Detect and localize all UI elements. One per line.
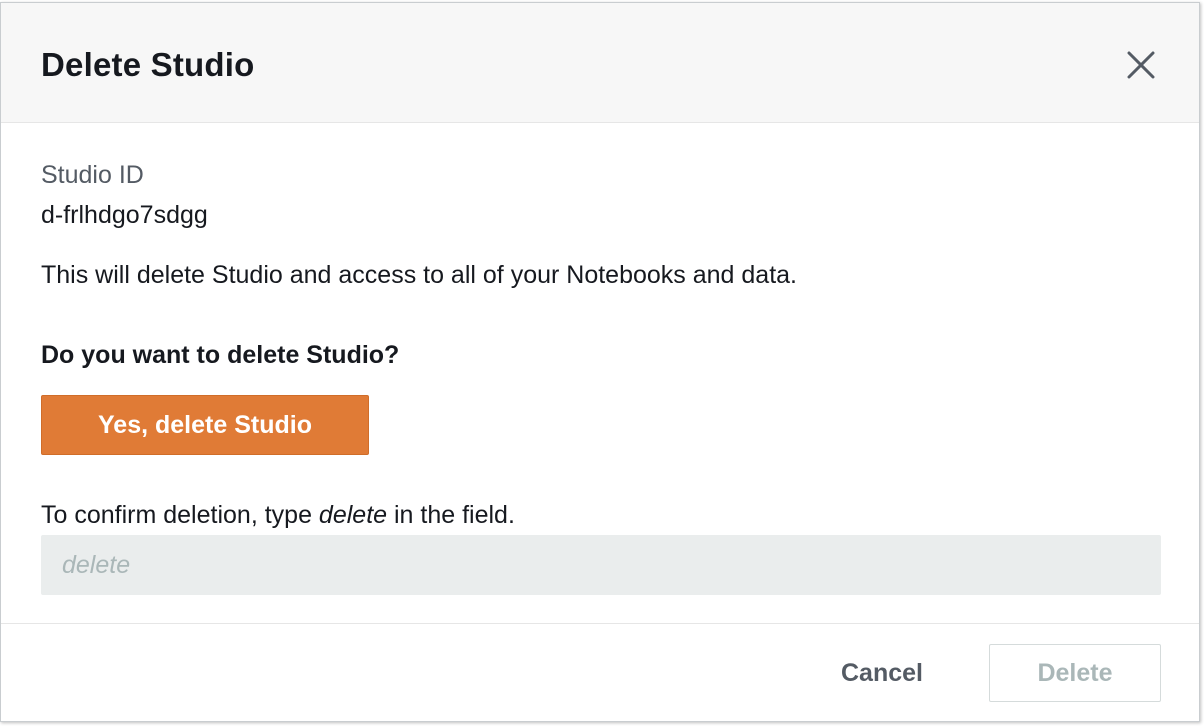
confirm-prefix: To confirm deletion, type [41, 501, 319, 529]
warning-text: This will delete Studio and access to al… [41, 261, 797, 289]
close-icon [1127, 51, 1155, 79]
confirm-instruction: To confirm deletion, type delete in the … [41, 499, 515, 531]
modal-footer: Cancel Delete [1, 623, 1199, 722]
delete-studio-modal: Delete Studio Studio ID d-frlhdgo7sdgg T… [0, 2, 1200, 722]
cancel-button[interactable]: Cancel [821, 644, 943, 702]
delete-button[interactable]: Delete [989, 644, 1161, 702]
yes-delete-studio-button[interactable]: Yes, delete Studio [41, 395, 369, 455]
confirm-delete-input[interactable] [41, 535, 1161, 595]
modal-header: Delete Studio [1, 3, 1199, 123]
modal-title: Delete Studio [41, 46, 255, 83]
studio-id-value: d-frlhdgo7sdgg [41, 201, 208, 229]
confirm-keyword: delete [318, 501, 388, 529]
close-button[interactable] [1119, 43, 1163, 87]
studio-id-label: Studio ID [41, 161, 144, 189]
confirm-suffix: in the field. [387, 501, 515, 529]
delete-question: Do you want to delete Studio? [41, 341, 400, 369]
